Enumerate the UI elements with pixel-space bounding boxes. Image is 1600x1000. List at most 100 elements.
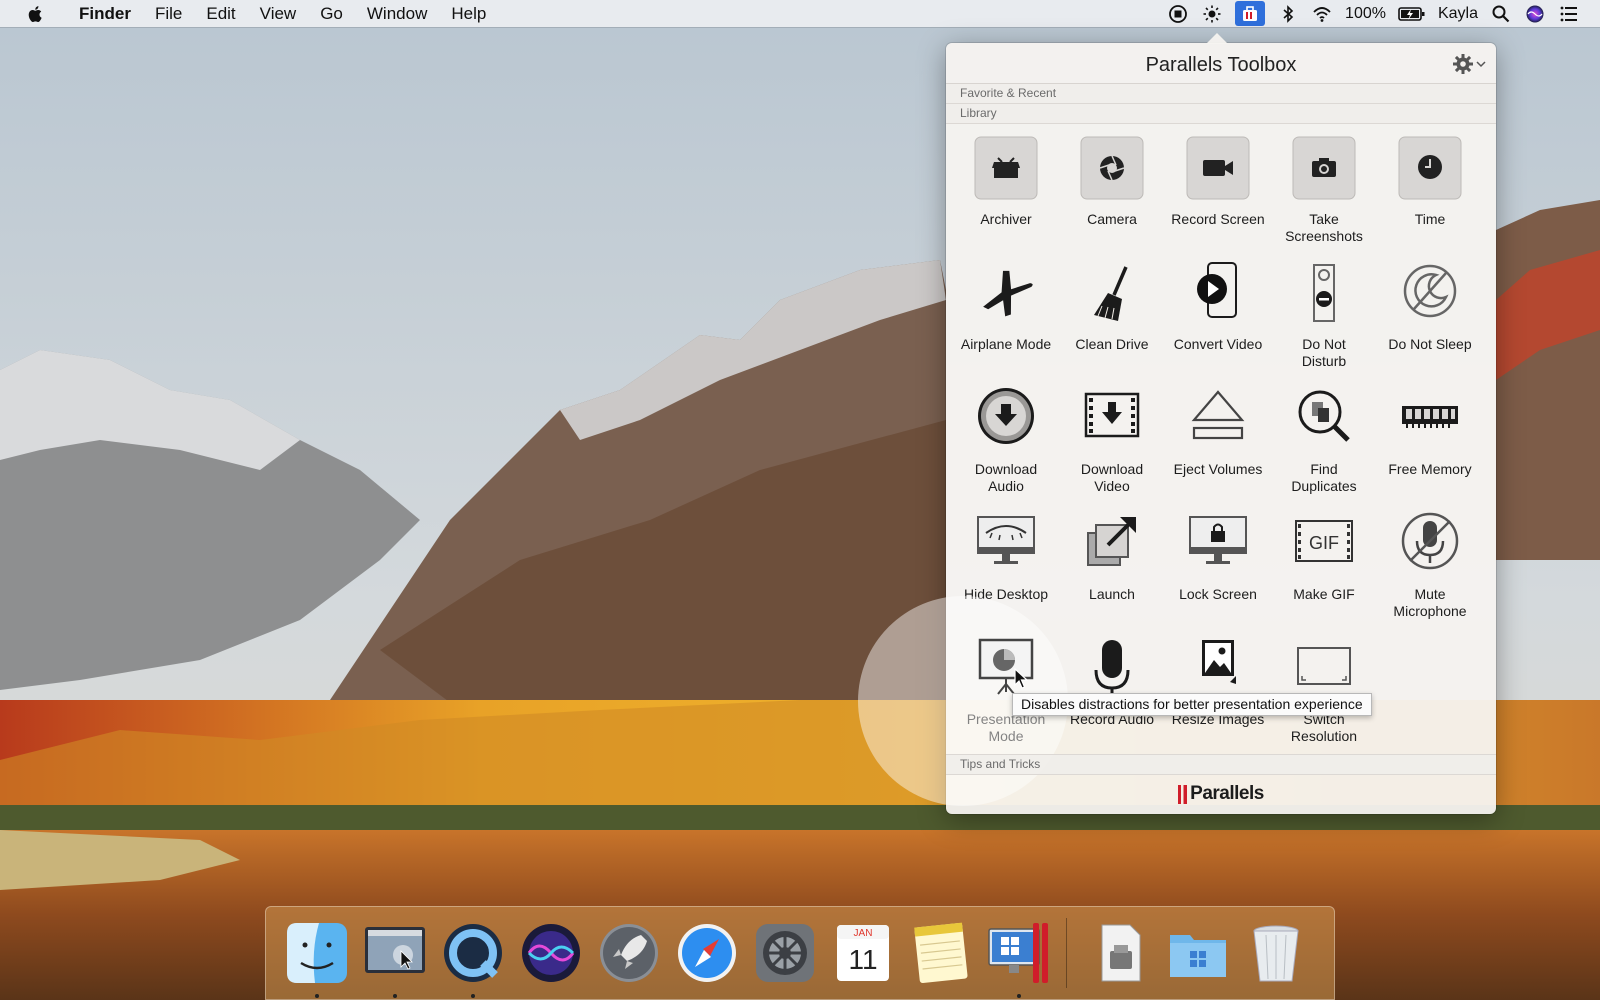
battery-percent: 100% bbox=[1345, 4, 1386, 22]
tool-take-screenshots[interactable]: Take Screenshots bbox=[1271, 136, 1377, 261]
photo-camera-icon bbox=[1292, 136, 1356, 200]
running-indicator bbox=[315, 994, 319, 998]
menu-window[interactable]: Window bbox=[355, 0, 439, 27]
resolution-icon bbox=[1292, 636, 1356, 700]
toolbox-title: Parallels Toolbox bbox=[1145, 54, 1297, 76]
tool-launch[interactable]: Launch bbox=[1059, 511, 1165, 636]
menu-go[interactable]: Go bbox=[308, 0, 355, 27]
parallels-logo: Parallels bbox=[946, 774, 1496, 814]
tool-do-not-sleep[interactable]: Do Not Sleep bbox=[1377, 261, 1483, 386]
gear-icon bbox=[756, 924, 814, 982]
dock-launchpad[interactable] bbox=[596, 918, 662, 988]
toolbox-title-bar: Parallels Toolbox bbox=[946, 43, 1496, 84]
section-tips-and-tricks[interactable]: Tips and Tricks bbox=[946, 754, 1496, 775]
microphone-muted-icon bbox=[1398, 511, 1462, 575]
dock-trash[interactable] bbox=[1243, 918, 1309, 988]
video-camera-icon bbox=[1186, 136, 1250, 200]
moon-slash-icon bbox=[1398, 261, 1462, 325]
dock-quicktime[interactable] bbox=[440, 918, 506, 998]
monitor-lock-icon bbox=[1186, 511, 1250, 575]
tool-label: Make GIF bbox=[1293, 586, 1355, 602]
gear-icon bbox=[1453, 54, 1473, 74]
tool-clean-drive[interactable]: Clean Drive bbox=[1059, 261, 1165, 386]
tool-camera[interactable]: Camera bbox=[1059, 136, 1165, 261]
tool-label: Clean Drive bbox=[1075, 336, 1149, 352]
tool-lock-screen[interactable]: Lock Screen bbox=[1165, 511, 1271, 636]
film-download-icon bbox=[1080, 386, 1144, 450]
tool-label: Mute Microphone bbox=[1393, 586, 1467, 619]
siri-icon[interactable] bbox=[1524, 3, 1546, 25]
broom-icon bbox=[1080, 261, 1144, 325]
record-stop-icon[interactable] bbox=[1167, 3, 1189, 25]
tool-label: Lock Screen bbox=[1179, 586, 1257, 602]
dock-parallels-desktop[interactable] bbox=[986, 918, 1052, 998]
spotlight-search-icon[interactable] bbox=[1490, 3, 1512, 25]
svg-text:GIF: GIF bbox=[1309, 533, 1339, 553]
monitor-eye-icon bbox=[974, 511, 1038, 575]
tool-hide-desktop[interactable]: Hide Desktop bbox=[953, 511, 1059, 636]
tool-make-gif[interactable]: GIF Make GIF bbox=[1271, 511, 1377, 636]
clock-icon bbox=[1398, 136, 1462, 200]
download-circle-icon bbox=[974, 386, 1038, 450]
tool-label: Do Not Disturb bbox=[1301, 336, 1347, 369]
section-favorite-recent[interactable]: Favorite & Recent bbox=[946, 84, 1496, 104]
tool-label: Download Audio bbox=[974, 461, 1038, 494]
screen-recorder-icon bbox=[365, 927, 425, 973]
tool-archiver[interactable]: Archiver bbox=[953, 136, 1059, 261]
menu-edit[interactable]: Edit bbox=[194, 0, 247, 27]
dock-siri[interactable] bbox=[518, 918, 584, 988]
dock-finder[interactable] bbox=[284, 918, 350, 998]
tool-download-video[interactable]: Download Video bbox=[1059, 386, 1165, 511]
menu-view[interactable]: View bbox=[248, 0, 309, 27]
dock-safari[interactable] bbox=[674, 918, 740, 988]
tool-free-memory[interactable]: Free Memory bbox=[1377, 386, 1483, 511]
dock-document[interactable] bbox=[1087, 918, 1153, 988]
apple-icon[interactable] bbox=[25, 4, 45, 24]
menu-bar: Finder File Edit View Go Window Help 100… bbox=[0, 0, 1600, 27]
user-name[interactable]: Kayla bbox=[1438, 5, 1478, 23]
tool-airplane-mode[interactable]: Airplane Mode bbox=[953, 261, 1059, 386]
battery-charging-icon[interactable] bbox=[1398, 3, 1426, 25]
camera-shutter-icon bbox=[1080, 136, 1144, 200]
wifi-icon[interactable] bbox=[1311, 3, 1333, 25]
tool-download-audio[interactable]: Download Audio bbox=[953, 386, 1059, 511]
tool-label: Download Video bbox=[1080, 461, 1144, 494]
parallels-toolbox-menu-icon[interactable] bbox=[1235, 1, 1266, 26]
tool-label: Switch Resolution bbox=[1290, 711, 1358, 744]
dock-calendar[interactable]: JAN 11 bbox=[830, 918, 896, 988]
folder-icon bbox=[1170, 935, 1226, 977]
trash-icon bbox=[1253, 925, 1299, 982]
bluetooth-icon[interactable] bbox=[1277, 3, 1299, 25]
dock-system-preferences[interactable] bbox=[752, 918, 818, 988]
notification-center-icon[interactable] bbox=[1558, 3, 1580, 25]
running-indicator bbox=[1017, 994, 1021, 998]
microphone-icon bbox=[1080, 636, 1144, 700]
tool-label: Launch bbox=[1089, 586, 1135, 602]
dock-notes[interactable] bbox=[908, 918, 974, 988]
brightness-icon[interactable] bbox=[1201, 3, 1223, 25]
tool-time[interactable]: Time bbox=[1377, 136, 1483, 261]
compass-icon bbox=[678, 924, 736, 982]
tool-convert-video[interactable]: Convert Video bbox=[1165, 261, 1271, 386]
memory-chip-icon bbox=[1398, 386, 1462, 450]
tool-label: Time bbox=[1414, 211, 1446, 227]
tool-do-not-disturb[interactable]: Do Not Disturb bbox=[1271, 261, 1377, 386]
settings-menu-button[interactable] bbox=[1452, 53, 1488, 75]
tool-label: Hide Desktop bbox=[963, 586, 1049, 602]
chevron-down-icon bbox=[1476, 61, 1486, 68]
tool-label: Find Duplicates bbox=[1291, 461, 1357, 494]
dock-screen-recorder[interactable] bbox=[362, 918, 428, 998]
tool-label: Do Not Sleep bbox=[1388, 336, 1472, 352]
menu-app-name[interactable]: Finder bbox=[67, 0, 143, 27]
menu-file[interactable]: File bbox=[143, 0, 194, 27]
tool-mute-microphone[interactable]: Mute Microphone bbox=[1377, 511, 1483, 636]
magnifier-duplicates-icon bbox=[1292, 386, 1356, 450]
dock-folder[interactable] bbox=[1165, 918, 1231, 988]
tool-eject-volumes[interactable]: Eject Volumes bbox=[1165, 386, 1271, 511]
section-library[interactable]: Library bbox=[946, 104, 1496, 124]
tool-record-screen[interactable]: Record Screen bbox=[1165, 136, 1271, 261]
tool-label: Archiver bbox=[980, 211, 1032, 227]
tool-find-duplicates[interactable]: Find Duplicates bbox=[1271, 386, 1377, 511]
dock-separator bbox=[1066, 918, 1067, 988]
menu-help[interactable]: Help bbox=[439, 0, 498, 27]
